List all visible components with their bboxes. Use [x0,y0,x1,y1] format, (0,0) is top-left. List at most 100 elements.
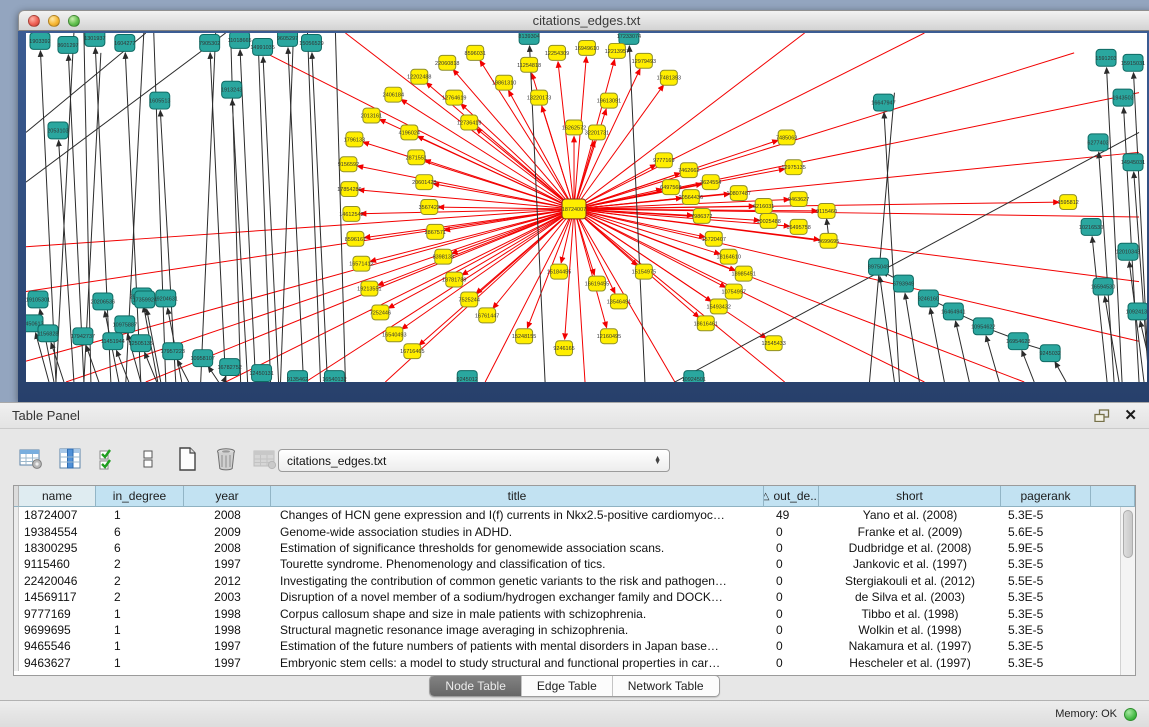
column-header-name[interactable]: name [19,486,96,507]
tab-edge-table[interactable]: Edge Table [521,676,612,696]
tab-node-table[interactable]: Node Table [430,676,521,696]
graph-node-label: 15248155 [512,334,536,340]
cell-name: 9115460 [19,557,96,571]
cell-pagerank: 5.3E-5 [1001,557,1091,571]
cell-in_degree: 2 [96,590,184,604]
column-edit-button[interactable] [55,444,85,474]
cell-pagerank: 5.3E-5 [1001,508,1091,522]
cell-year: 2008 [184,541,271,555]
graph-node-label: 14612542 [339,212,363,218]
graph-node-label: 16540493 [382,332,406,338]
minimize-window-button[interactable] [48,15,60,27]
graph-node-label: 20564436 [679,195,703,201]
column-header-in_degree[interactable]: in_degree [96,486,184,507]
table-select-dropdown[interactable]: citations_edges.txt ▲▼ [278,449,670,472]
row-select-icon [97,447,121,471]
cell-out_de: 0 [764,656,819,670]
graph-node-label: 1595812 [1057,200,1078,206]
graph-node-label: 12010343 [1116,250,1140,256]
new-document-button[interactable] [172,444,202,474]
graph-node-label: 16464941 [941,309,965,315]
graph-node-label: 19204631 [154,296,178,302]
graph-node-label: 9156592 [338,162,359,168]
graph-node-label: 10958107 [190,356,214,362]
cell-name: 22420046 [19,574,96,588]
close-window-button[interactable] [28,15,40,27]
graph-node-label: 16949610 [575,46,599,52]
table-settings-button[interactable] [16,444,46,474]
graph-node-label: 16782752 [217,365,241,371]
column-header-label: out_de... [774,489,820,503]
delete-trash-button[interactable] [211,444,241,474]
cell-short: Stergiakouli et al. (2012) [819,574,1001,588]
graph-node-label: 12736419 [457,120,481,126]
table-row[interactable]: 1456911722003Disruption of a novel membe… [14,589,1120,605]
float-panel-icon[interactable] [1094,409,1110,422]
table-row[interactable]: 969969511998Structural magnetic resonanc… [14,622,1120,638]
column-header-label: pagerank [1020,489,1070,503]
column-header-title[interactable]: title [271,486,764,507]
column-header-label: name [42,489,72,503]
graph-node-label: 15493432 [707,304,731,310]
cell-name: 9465546 [19,639,96,653]
cell-short: de Silva et al. (2003) [819,590,1001,604]
graph-node-label: 1301937 [84,36,105,42]
cell-out_de: 0 [764,574,819,588]
graph-node-label: 10025488 [756,219,780,225]
cell-out_de: 0 [764,590,819,604]
graph-node-label: 2406184 [383,93,404,99]
cell-title: Investigating the contribution of common… [271,574,764,588]
cell-title: Structural magnetic resonance image aver… [271,623,764,637]
import-table-disabled-icon [252,447,278,471]
zoom-window-button[interactable] [68,15,80,27]
graph-node-label: 8596031 [465,51,486,57]
graph-node-label: 17359924 [133,297,157,303]
tab-network-table[interactable]: Network Table [612,676,719,696]
memory-status-label: Memory: OK [1055,708,1117,720]
graph-node-label: 9699695 [818,239,839,245]
table-row[interactable]: 946554611997Estimation of the future num… [14,638,1120,654]
graph-node-label: 12975135 [781,165,805,171]
graph-node-label: 2867571 [425,230,446,236]
table-row[interactable]: 977716911998Corpus callosum shape and si… [14,605,1120,621]
vertical-scrollbar[interactable] [1120,507,1135,675]
column-header-pagerank[interactable]: pagerank [1001,486,1091,507]
table-row[interactable]: 911546021997Tourette syndrome. Phenomeno… [14,556,1120,572]
cell-title: Corpus callosum shape and size in male p… [271,607,764,621]
cell-short: Franke et al. (2009) [819,525,1001,539]
graph-node-label: 15056529 [299,41,323,47]
rows-icon [140,447,156,471]
graph-node-label: 9463627 [788,197,809,203]
cell-pagerank: 5.3E-5 [1001,590,1091,604]
graph-node-label: 15184455 [547,270,571,276]
cell-pagerank: 5.6E-5 [1001,525,1091,539]
table-row[interactable]: 946362711997Embryonic stem cells: a mode… [14,655,1120,671]
column-header-filler [1091,486,1135,507]
cell-year: 2008 [184,508,271,522]
table-row[interactable]: 1938455462009Genome-wide association stu… [14,523,1120,539]
graph-node-label: 9605297 [277,36,298,42]
cell-name: 19384554 [19,525,96,539]
close-panel-icon[interactable]: ✕ [1124,408,1137,423]
column-header-year[interactable]: year [184,486,271,507]
table-row[interactable]: 2242004622012Investigating the contribut… [14,573,1120,589]
table-row[interactable]: 1872400712008Changes of HCN gene express… [14,507,1120,523]
table-row[interactable]: 1830029562008Estimation of significance … [14,540,1120,556]
network-window: citations_edges.txt 19033928601297130193… [18,10,1149,402]
cell-out_de: 49 [764,508,819,522]
import-table-disabled-button[interactable] [250,444,280,474]
row-select-button[interactable] [94,444,124,474]
cell-pagerank: 5.9E-5 [1001,541,1091,555]
table-toolbar: f(x) citations_edges.txt ▲▼ [0,429,1149,481]
column-header-short[interactable]: short [819,486,1001,507]
cell-year: 2012 [184,574,271,588]
cell-title: Genome-wide association studies in ADHD. [271,525,764,539]
graph-node-label: 11018665 [228,38,252,44]
citation-network-graph[interactable]: 1903392860129713019371604277790530211018… [26,33,1147,382]
cell-pagerank: 5.3E-5 [1001,656,1091,670]
column-header-out_de[interactable]: △out_de... [764,486,819,507]
network-canvas[interactable]: 1903392860129713019371604277790530211018… [26,33,1147,382]
rows-button[interactable] [133,444,163,474]
network-window-titlebar[interactable]: citations_edges.txt [18,10,1149,31]
scrollbar-thumb[interactable] [1123,510,1133,558]
